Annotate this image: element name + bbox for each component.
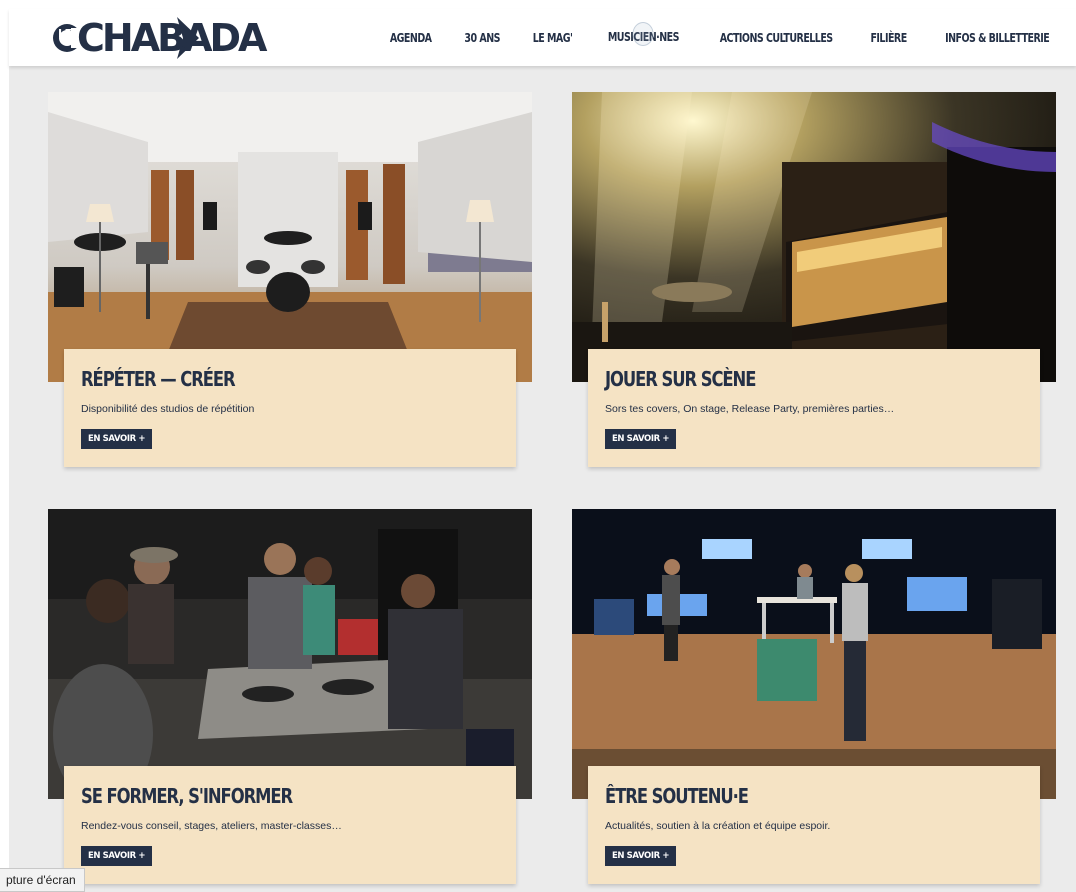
stage-amplifier-photo[interactable] <box>572 92 1056 382</box>
nav-actions-culturelles[interactable]: ACTIONS CULTURELLES <box>720 31 833 45</box>
site-header: LE CHABADA AGENDA 30 ANS LE MAG' MUSICIE… <box>9 9 1076 66</box>
stage-rehearsal-photo[interactable] <box>572 509 1056 799</box>
card-panel: RÉPÉTER — CRÉER Disponibilité des studio… <box>64 349 516 467</box>
chabada-logo[interactable]: LE CHABADA <box>47 13 307 63</box>
card-description: Rendez-vous conseil, stages, ateliers, m… <box>81 820 342 832</box>
card-panel: ÊTRE SOUTENU·E Actualités, soutien à la … <box>588 766 1040 884</box>
nav-filiere[interactable]: FILIÈRE <box>871 31 908 45</box>
card-description: Sors tes covers, On stage, Release Party… <box>605 403 895 415</box>
card-jouer-sur-scene[interactable]: JOUER SUR SCÈNE Sors tes covers, On stag… <box>572 92 1056 467</box>
en-savoir-plus-button[interactable]: EN SAVOIR + <box>81 846 153 866</box>
nav-agenda[interactable]: AGENDA <box>389 31 431 45</box>
card-se-former[interactable]: SE FORMER, S'INFORMER Rendez-vous consei… <box>48 509 532 884</box>
dj-workshop-photo[interactable] <box>48 509 532 799</box>
en-savoir-plus-button[interactable]: EN SAVOIR + <box>605 429 677 449</box>
card-repeter-creer[interactable]: RÉPÉTER — CRÉER Disponibilité des studio… <box>48 92 532 467</box>
logo-text: CHABADA <box>77 16 267 60</box>
nav-infos-billetterie[interactable]: INFOS & BILLETTERIE <box>945 31 1050 45</box>
en-savoir-plus-button[interactable]: EN SAVOIR + <box>81 429 153 449</box>
screenshot-tooltip: pture d'écran <box>0 868 85 892</box>
rehearsal-studio-photo[interactable] <box>48 92 532 382</box>
main-nav: AGENDA 30 ANS LE MAG' MUSICIEN·NES ACTIO… <box>387 9 1056 66</box>
en-savoir-plus-button[interactable]: EN SAVOIR + <box>605 846 677 866</box>
card-title[interactable]: JOUER SUR SCÈNE <box>605 367 948 391</box>
card-title[interactable]: RÉPÉTER — CRÉER <box>81 367 424 391</box>
card-etre-soutenu[interactable]: ÊTRE SOUTENU·E Actualités, soutien à la … <box>572 509 1056 884</box>
nav-musiciennes[interactable]: MUSICIEN·NES <box>608 21 680 46</box>
card-panel: JOUER SUR SCÈNE Sors tes covers, On stag… <box>588 349 1040 467</box>
card-panel: SE FORMER, S'INFORMER Rendez-vous consei… <box>64 766 516 884</box>
nav-le-mag[interactable]: LE MAG' <box>533 31 573 45</box>
nav-30-ans[interactable]: 30 ANS <box>464 31 500 45</box>
card-description: Disponibilité des studios de répétition <box>81 403 255 415</box>
logo-prefix: LE <box>58 27 72 40</box>
card-title[interactable]: ÊTRE SOUTENU·E <box>605 784 948 808</box>
card-title[interactable]: SE FORMER, S'INFORMER <box>81 784 424 808</box>
card-description: Actualités, soutien à la création et équ… <box>605 820 831 832</box>
